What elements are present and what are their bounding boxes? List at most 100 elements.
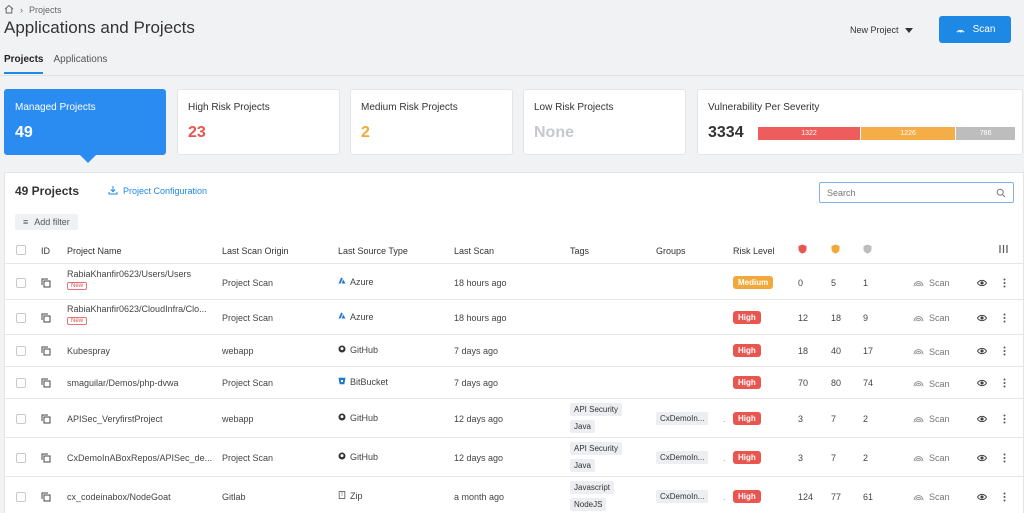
project-name-cell[interactable]: CxDemoInABoxRepos/APISec_de... xyxy=(67,453,212,463)
copy-id-icon[interactable] xyxy=(41,492,51,502)
row-checkbox[interactable] xyxy=(16,346,26,356)
add-filter-button[interactable]: ≡ Add filter xyxy=(15,214,78,230)
table-row[interactable]: Kubespray webapp GitHub 7 days ago High 18 40 1… xyxy=(5,335,1024,367)
medium-severity-shield-icon[interactable] xyxy=(831,244,840,256)
low-count[interactable]: 2 xyxy=(863,414,868,424)
column-id[interactable]: ID xyxy=(41,246,50,256)
managed-projects-card[interactable]: Managed Projects 49 xyxy=(4,89,166,155)
medium-count[interactable]: 5 xyxy=(831,278,836,288)
row-scan-button[interactable]: Scan xyxy=(913,453,950,464)
kebab-menu-icon[interactable] xyxy=(1003,346,1006,356)
copy-id-icon[interactable] xyxy=(41,378,51,388)
table-row[interactable]: CxDemoInABoxRepos/APISec_de... Project Sc… xyxy=(5,438,1024,477)
project-name-link[interactable]: Kubespray xyxy=(67,346,110,356)
search-input[interactable] xyxy=(827,187,987,198)
group-badge[interactable]: CxDemoIn... xyxy=(656,411,709,425)
tab-projects[interactable]: Projects xyxy=(4,54,44,74)
low-count[interactable]: 2 xyxy=(863,453,868,463)
tab-applications[interactable]: Applications xyxy=(53,54,107,74)
table-row[interactable]: APISec_VeryfirstProject webapp GitHub 12 da… xyxy=(5,399,1024,438)
medium-count[interactable]: 7 xyxy=(831,453,836,463)
project-name-cell[interactable]: APISec_VeryfirstProject xyxy=(67,414,163,424)
search-box[interactable] xyxy=(819,182,1014,203)
table-row[interactable]: RabiaKhanfir0623/CloudInfra/Clo... New Pro… xyxy=(5,300,1024,335)
project-name-cell[interactable]: cx_codeinabox/NodeGoat xyxy=(67,492,171,502)
high-count[interactable]: 18 xyxy=(798,346,808,356)
table-row[interactable]: cx_codeinabox/NodeGoat Gitlab Zip a month a… xyxy=(5,477,1024,513)
medium-count[interactable]: 7 xyxy=(831,414,836,424)
view-eye-icon[interactable] xyxy=(977,278,987,288)
copy-id-icon[interactable] xyxy=(41,453,51,463)
project-name-cell[interactable]: Kubespray xyxy=(67,346,110,356)
kebab-menu-icon[interactable] xyxy=(1003,278,1006,288)
view-eye-icon[interactable] xyxy=(977,453,987,463)
high-count[interactable]: 124 xyxy=(798,492,813,502)
row-scan-button[interactable]: Scan xyxy=(913,313,950,324)
view-eye-icon[interactable] xyxy=(977,414,987,424)
column-last-scan-origin[interactable]: Last Scan Origin xyxy=(222,246,289,256)
copy-id-icon[interactable] xyxy=(41,313,51,323)
medium-count[interactable]: 77 xyxy=(831,492,841,502)
medium-count[interactable]: 80 xyxy=(831,378,841,388)
row-checkbox[interactable] xyxy=(16,312,26,323)
view-eye-icon[interactable] xyxy=(977,378,987,388)
project-name-cell[interactable]: RabiaKhanfir0623/Users/Users New xyxy=(67,269,191,290)
project-name-link[interactable]: cx_codeinabox/NodeGoat xyxy=(67,492,171,502)
row-scan-button[interactable]: Scan xyxy=(913,492,950,503)
row-scan-button[interactable]: Scan xyxy=(913,346,950,357)
low-count[interactable]: 61 xyxy=(863,492,873,502)
view-eye-icon[interactable] xyxy=(977,313,987,323)
high-count[interactable]: 70 xyxy=(798,378,808,388)
low-count[interactable]: 74 xyxy=(863,378,873,388)
group-badge[interactable]: CxDemoIn... xyxy=(656,489,709,503)
low-risk-card[interactable]: Low Risk Projects None xyxy=(523,89,686,155)
row-checkbox[interactable] xyxy=(16,378,26,388)
kebab-menu-icon[interactable] xyxy=(1003,378,1006,388)
column-risk-level[interactable]: Risk Level xyxy=(733,246,775,256)
tag-badge[interactable]: Javascript xyxy=(570,481,615,494)
low-count[interactable]: 9 xyxy=(863,313,868,323)
low-severity-shield-icon[interactable] xyxy=(863,244,872,256)
tag-badge[interactable]: NodeJS xyxy=(570,498,607,511)
project-name-link[interactable]: CxDemoInABoxRepos/APISec_de... xyxy=(67,453,212,463)
project-name-link[interactable]: RabiaKhanfir0623/Users/Users xyxy=(67,269,191,279)
project-name-link[interactable]: APISec_VeryfirstProject xyxy=(67,414,163,424)
project-configuration-link[interactable]: Project Configuration xyxy=(108,185,207,197)
column-last-scan[interactable]: Last Scan xyxy=(454,246,494,256)
row-checkbox[interactable] xyxy=(16,277,26,288)
row-scan-button[interactable]: Scan xyxy=(913,414,950,425)
medium-risk-card[interactable]: Medium Risk Projects 2 xyxy=(350,89,513,155)
column-project-name[interactable]: Project Name xyxy=(67,246,122,256)
group-badge[interactable]: CxDemoIn... xyxy=(656,450,709,464)
high-count[interactable]: 12 xyxy=(798,313,808,323)
column-tags[interactable]: Tags xyxy=(570,246,589,256)
tag-badge[interactable]: API Security xyxy=(570,403,623,416)
new-project-dropdown[interactable]: New Project xyxy=(850,25,913,35)
high-risk-card[interactable]: High Risk Projects 23 xyxy=(177,89,340,155)
medium-count[interactable]: 18 xyxy=(831,313,841,323)
table-row[interactable]: RabiaKhanfir0623/Users/Users New Project S… xyxy=(5,265,1024,300)
tag-badge[interactable]: Java xyxy=(570,420,595,433)
project-name-link[interactable]: smaguilar/Demos/php-dvwa xyxy=(67,378,179,388)
project-name-cell[interactable]: RabiaKhanfir0623/CloudInfra/Clo... New xyxy=(67,304,207,325)
row-checkbox[interactable] xyxy=(16,452,26,463)
copy-id-icon[interactable] xyxy=(41,346,51,356)
row-scan-button[interactable]: Scan xyxy=(913,278,950,289)
view-eye-icon[interactable] xyxy=(977,492,987,502)
high-count[interactable]: 0 xyxy=(798,278,803,288)
row-checkbox[interactable] xyxy=(16,491,26,502)
high-severity-shield-icon[interactable] xyxy=(798,244,807,256)
view-eye-icon[interactable] xyxy=(977,346,987,356)
high-count[interactable]: 3 xyxy=(798,414,803,424)
kebab-menu-icon[interactable] xyxy=(1003,492,1006,502)
project-name-link[interactable]: RabiaKhanfir0623/CloudInfra/Clo... xyxy=(67,304,207,314)
row-checkbox[interactable] xyxy=(16,413,26,424)
copy-id-icon[interactable] xyxy=(41,414,51,424)
copy-id-icon[interactable] xyxy=(41,278,51,288)
medium-count[interactable]: 40 xyxy=(831,346,841,356)
tag-badge[interactable]: Java xyxy=(570,459,595,472)
columns-icon[interactable] xyxy=(999,244,1008,256)
project-name-cell[interactable]: smaguilar/Demos/php-dvwa xyxy=(67,378,179,388)
low-count[interactable]: 17 xyxy=(863,346,873,356)
kebab-menu-icon[interactable] xyxy=(1003,453,1006,463)
